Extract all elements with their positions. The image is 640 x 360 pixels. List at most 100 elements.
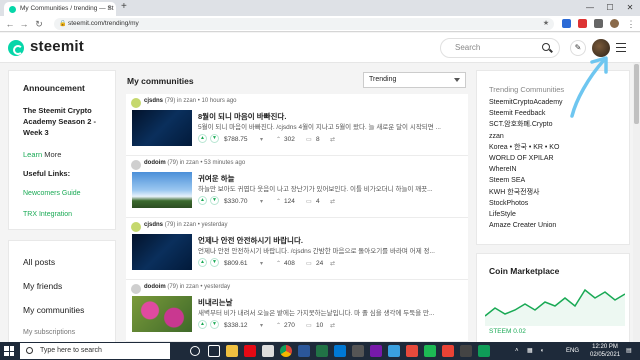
reblog-icon[interactable]: ⇄ (330, 136, 335, 143)
post-payout[interactable]: $788.75 (224, 136, 248, 143)
minimize-button[interactable]: — (580, 0, 600, 16)
payout-dropdown-icon[interactable]: ▾ (260, 198, 263, 205)
task-view-icon[interactable] (208, 345, 220, 357)
post-author[interactable]: cjsdns (144, 222, 163, 228)
extension-icon[interactable] (578, 19, 587, 28)
payout-dropdown-icon[interactable]: ▾ (260, 322, 263, 329)
reblog-icon[interactable]: ⇄ (330, 322, 335, 329)
back-icon[interactable]: ← (4, 18, 16, 30)
comments-icon[interactable]: ▭ (306, 260, 312, 267)
upvote-icon[interactable]: ▲ (198, 320, 207, 329)
maximize-button[interactable]: ☐ (600, 0, 620, 16)
author-avatar[interactable] (131, 284, 141, 294)
community-link[interactable]: Korea • 한국 • KR • KO (489, 142, 629, 153)
community-link[interactable]: SCT.암호화폐.Crypto (489, 119, 629, 130)
vote-count[interactable]: 124 (284, 198, 295, 205)
community-link[interactable]: StockPhotos (489, 198, 629, 209)
browser-tab[interactable]: My Communities / trending — St × (4, 2, 116, 16)
comment-count[interactable]: 4 (316, 198, 320, 205)
new-tab-button[interactable]: + (121, 1, 127, 12)
upvote-icon[interactable]: ▲ (198, 134, 207, 143)
downvote-icon[interactable]: ▼ (210, 196, 219, 205)
comment-count[interactable]: 24 (316, 260, 323, 267)
post-payout[interactable]: $338.12 (224, 322, 248, 329)
netflix-icon[interactable] (244, 345, 256, 357)
community-link[interactable]: Steem SEA (489, 175, 629, 186)
community-link[interactable]: LifeStyle (489, 209, 629, 220)
upvote-icon[interactable]: ▲ (198, 196, 207, 205)
votes-icon[interactable]: ⌃ (276, 260, 281, 267)
post-card[interactable]: dodoim (79) in zzan • yesterday 비내리는날 새벽… (126, 280, 468, 342)
app-icon[interactable] (406, 345, 418, 357)
taskbar-search-input[interactable]: Type here to search (20, 343, 170, 359)
nav-all-posts[interactable]: All posts (23, 257, 115, 267)
app-icon[interactable] (424, 345, 436, 357)
network-icon[interactable]: ▦ (527, 342, 533, 360)
votes-icon[interactable]: ⌃ (276, 136, 281, 143)
windows-start-icon[interactable] (4, 346, 14, 356)
downvote-icon[interactable]: ▼ (210, 320, 219, 329)
app-icon[interactable] (442, 345, 454, 357)
vote-count[interactable]: 302 (284, 136, 295, 143)
close-tab-icon[interactable]: × (108, 2, 112, 16)
trx-integration-link[interactable]: TRX Integration (23, 211, 115, 218)
scrollbar-thumb[interactable] (634, 64, 639, 124)
post-payout[interactable]: $809.61 (224, 260, 248, 267)
close-window-button[interactable]: ✕ (620, 0, 640, 16)
app-icon[interactable] (478, 345, 490, 357)
sort-select[interactable]: Trending (363, 72, 466, 88)
forward-icon[interactable]: → (18, 18, 30, 30)
cortana-icon[interactable] (190, 346, 200, 356)
comments-icon[interactable]: ▭ (306, 136, 312, 143)
volume-icon[interactable]: ◖ (540, 342, 544, 360)
word-icon[interactable] (298, 345, 310, 357)
file-explorer-icon[interactable] (226, 345, 238, 357)
community-link[interactable]: Amaze Creater Union (489, 220, 629, 231)
vote-count[interactable]: 270 (284, 322, 295, 329)
tray-chevron-icon[interactable]: ˄ (515, 342, 519, 360)
app-icon[interactable] (460, 345, 472, 357)
comments-icon[interactable]: ▭ (306, 198, 312, 205)
nav-my-friends[interactable]: My friends (23, 281, 115, 291)
post-excerpt[interactable]: 하늘만 보아도 귀엽다 웃음이 나고 장난기가 있어보인다. 이틀 비가오더니 … (198, 183, 460, 193)
app-icon[interactable] (352, 345, 364, 357)
jw-icon[interactable] (370, 345, 382, 357)
excel-icon[interactable] (316, 345, 328, 357)
post-author[interactable]: dodoim (144, 284, 166, 290)
post-excerpt[interactable]: 언제나 안전 안전하시기 바랍니다. /cjsdns 간밤한 마음으로 돌아오기… (198, 245, 460, 255)
author-avatar[interactable] (131, 98, 141, 108)
payout-dropdown-icon[interactable]: ▾ (260, 260, 263, 267)
post-author[interactable]: cjsdns (144, 98, 163, 104)
post-thumbnail[interactable] (132, 172, 192, 208)
author-avatar[interactable] (131, 222, 141, 232)
search-icon[interactable] (542, 43, 550, 51)
post-excerpt[interactable]: 새벽부터 비가 내려서 오늘은 밭에는 가지못하는날입니다. 마 졸 심을 생각… (198, 307, 460, 317)
post-thumbnail[interactable] (132, 234, 192, 270)
menu-dots-icon[interactable]: ⋮ (625, 18, 637, 30)
profile-icon[interactable] (610, 19, 619, 28)
edge-icon[interactable] (334, 345, 346, 357)
url-field[interactable]: 🔒 steemit.com/trending/my (54, 18, 554, 30)
extension-icon[interactable] (562, 19, 571, 28)
votes-icon[interactable]: ⌃ (276, 322, 281, 329)
comments-icon[interactable]: ▭ (306, 322, 312, 329)
post-card[interactable]: dodoim (79) in zzan • 53 minutes ago 귀여운… (126, 156, 468, 218)
post-card[interactable]: cjsdns (79) in zzan • 10 hours ago 8월이 되… (126, 94, 468, 156)
vote-count[interactable]: 408 (284, 260, 295, 267)
comment-count[interactable]: 8 (316, 136, 320, 143)
app-icon[interactable] (388, 345, 400, 357)
post-payout[interactable]: $330.70 (224, 198, 248, 205)
post-card[interactable]: cjsdns (79) in zzan • yesterday 언제나 안전 안… (126, 218, 468, 280)
post-thumbnail[interactable] (132, 296, 192, 332)
steemit-logo-icon[interactable] (8, 40, 24, 56)
chrome-icon[interactable] (280, 345, 292, 357)
community-link[interactable]: WhereIN (489, 164, 629, 175)
notifications-icon[interactable]: ▤ (626, 342, 632, 360)
votes-icon[interactable]: ⌃ (276, 198, 281, 205)
learn-more-link[interactable]: Learn More (23, 150, 115, 159)
downvote-icon[interactable]: ▼ (210, 134, 219, 143)
store-icon[interactable] (262, 345, 274, 357)
downvote-icon[interactable]: ▼ (210, 258, 219, 267)
community-link[interactable]: zzan (489, 131, 629, 142)
nav-my-communities[interactable]: My communities (23, 305, 115, 315)
